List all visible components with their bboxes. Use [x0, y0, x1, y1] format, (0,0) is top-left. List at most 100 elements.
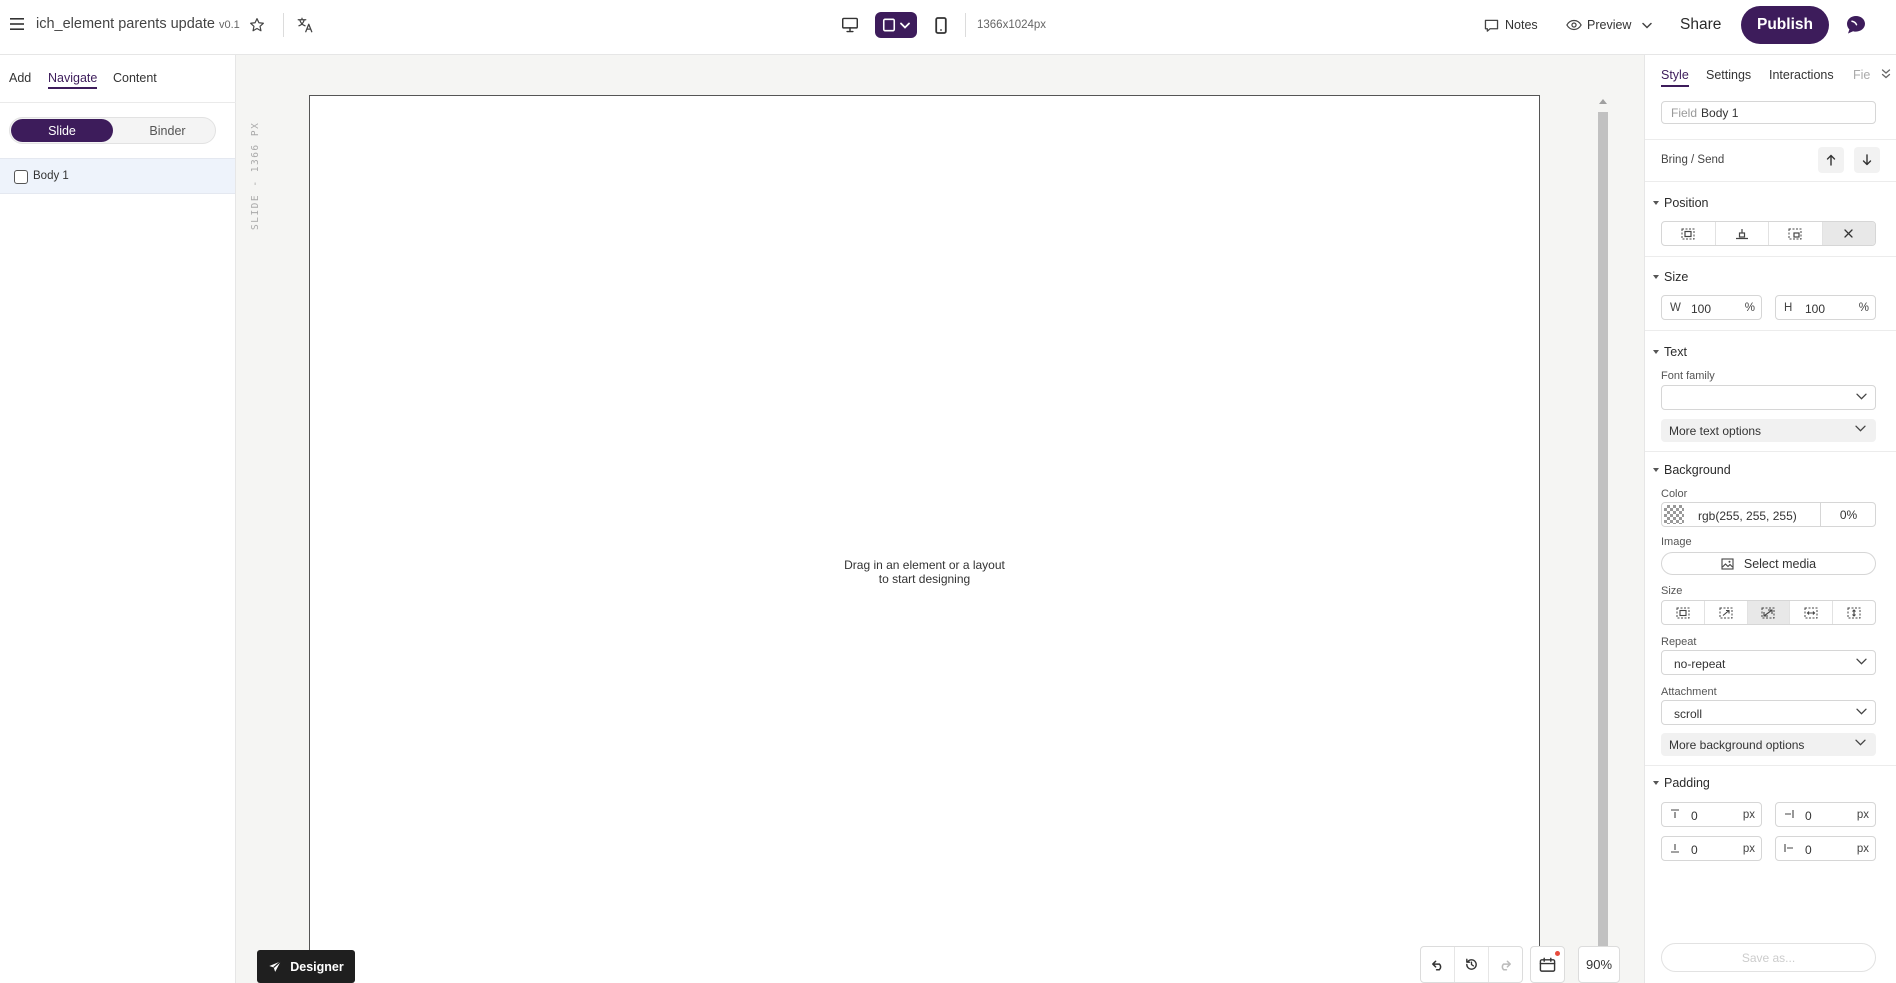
select-media-button[interactable]: Select media	[1661, 552, 1876, 575]
publish-button[interactable]: Publish	[1741, 6, 1829, 44]
more-text-options-toggle[interactable]: More text options	[1661, 419, 1876, 442]
tab-content[interactable]: Content	[113, 71, 157, 85]
height-input[interactable]: H 100 %	[1775, 295, 1876, 320]
padding-bottom-icon	[1670, 843, 1680, 853]
more-background-options-toggle[interactable]: More background options	[1661, 733, 1876, 756]
close-icon	[1844, 229, 1853, 238]
preview-button[interactable]: Preview	[1566, 14, 1653, 36]
double-chevron-down-icon[interactable]	[1881, 68, 1895, 82]
padding-left-input[interactable]: 0 px	[1775, 836, 1876, 861]
width-unit[interactable]: %	[1745, 302, 1755, 314]
tab-fields[interactable]: Fie	[1853, 68, 1870, 82]
resolution-label: 1366x1024px	[977, 19, 1047, 31]
padding-section-header[interactable]: Padding	[1653, 776, 1710, 790]
save-as-button[interactable]: Save as...	[1661, 943, 1876, 972]
width-input[interactable]: W 100 %	[1661, 295, 1762, 320]
send-backward-button[interactable]	[1854, 147, 1880, 173]
bg-size-height-button[interactable]	[1833, 601, 1875, 624]
scroll-up-arrow-icon[interactable]	[1598, 97, 1608, 109]
redo-button[interactable]	[1489, 947, 1522, 982]
caret-down-icon	[1653, 275, 1659, 279]
size-section-header[interactable]: Size	[1653, 270, 1688, 284]
bg-size-width-button[interactable]	[1790, 601, 1834, 624]
height-unit[interactable]: %	[1859, 302, 1869, 314]
translate-icon	[296, 16, 314, 34]
repeat-label: Repeat	[1661, 636, 1697, 648]
share-button[interactable]: Share	[1680, 12, 1721, 38]
designer-button[interactable]: Designer	[257, 950, 355, 983]
mobile-view-button[interactable]	[929, 13, 953, 37]
position-static-icon	[1681, 228, 1695, 240]
bg-size-contain-button[interactable]	[1705, 601, 1748, 624]
text-section-header[interactable]: Text	[1653, 345, 1687, 359]
position-mode-group	[1661, 221, 1876, 246]
schedule-button[interactable]	[1530, 946, 1565, 983]
position-relative-button[interactable]	[1716, 222, 1769, 245]
tab-style[interactable]: Style	[1661, 68, 1689, 87]
tab-add[interactable]: Add	[9, 71, 31, 85]
position-absolute-button[interactable]	[1769, 222, 1823, 245]
scrollbar-thumb[interactable]	[1598, 112, 1608, 983]
bg-size-height-icon	[1847, 607, 1861, 619]
bg-size-contain-icon	[1719, 607, 1733, 619]
padding-right-value: 0	[1805, 809, 1812, 823]
position-static-button[interactable]	[1662, 222, 1716, 245]
history-button[interactable]	[1455, 947, 1489, 982]
slide-canvas[interactable]: Drag in an element or a layout to start …	[309, 95, 1540, 983]
padding-right-input[interactable]: 0 px	[1775, 802, 1876, 827]
tab-navigate[interactable]: Navigate	[48, 71, 98, 89]
tree-item-body-1[interactable]: Body 1	[0, 158, 235, 194]
padding-top-value: 0	[1691, 809, 1698, 823]
divider	[1645, 330, 1896, 331]
tab-settings[interactable]: Settings	[1706, 68, 1751, 82]
position-none-button[interactable]	[1822, 222, 1875, 245]
calendar-icon	[1539, 957, 1556, 973]
color-opacity-input[interactable]: 0%	[1820, 503, 1876, 526]
preview-label: Preview	[1587, 18, 1632, 32]
desktop-view-button[interactable]	[836, 13, 864, 37]
document-title[interactable]: ich_element parents update v0.1	[36, 16, 240, 32]
document-title-text: ich_element parents update	[36, 16, 215, 32]
background-section-title: Background	[1664, 463, 1731, 477]
padding-top-input[interactable]: 0 px	[1661, 802, 1762, 827]
repeat-select[interactable]: no-repeat	[1661, 650, 1876, 675]
background-size-group	[1661, 600, 1876, 625]
tablet-view-button[interactable]	[875, 12, 917, 38]
tab-interactions[interactable]: Interactions	[1769, 68, 1834, 82]
notes-button[interactable]: Notes	[1484, 14, 1538, 36]
left-panel: Add Navigate Content Slide Binder Body 1	[0, 55, 236, 983]
bg-size-cover-button[interactable]	[1747, 601, 1791, 624]
color-label: Color	[1661, 488, 1688, 500]
hamburger-menu-button[interactable]	[6, 13, 28, 35]
favorite-button[interactable]	[245, 13, 269, 37]
padding-left-icon	[1784, 843, 1794, 853]
tablet-icon	[882, 18, 896, 32]
bg-size-auto-button[interactable]	[1662, 601, 1705, 624]
bg-size-auto-icon	[1676, 607, 1690, 619]
slide-width-ruler-label: SLIDE - 1366 PX	[250, 121, 261, 230]
position-section-header[interactable]: Position	[1653, 196, 1708, 210]
caret-down-icon	[1653, 350, 1659, 354]
attachment-select[interactable]: scroll	[1661, 700, 1876, 725]
chevron-down-icon	[1856, 393, 1867, 400]
tree-item-checkbox[interactable]	[14, 170, 28, 184]
binder-toggle-button[interactable]: Binder	[120, 119, 215, 142]
help-button[interactable]	[1842, 11, 1870, 39]
empty-canvas-line-2: to start designing	[878, 572, 971, 586]
zoom-level-button[interactable]: 90%	[1578, 946, 1620, 983]
bring-forward-button[interactable]	[1818, 147, 1844, 173]
color-value: rgb(255, 255, 255)	[1698, 509, 1797, 523]
more-text-options-label: More text options	[1669, 424, 1762, 438]
undo-button[interactable]	[1421, 947, 1455, 982]
background-section-header[interactable]: Background	[1653, 463, 1731, 477]
element-name-field[interactable]: Field Body 1	[1661, 101, 1876, 124]
empty-canvas-line-1: Drag in an element or a layout	[844, 558, 1005, 572]
font-family-select[interactable]	[1661, 385, 1876, 410]
position-section-title: Position	[1664, 196, 1709, 210]
undo-icon	[1430, 959, 1445, 971]
slide-toggle-button[interactable]: Slide	[11, 119, 113, 142]
translate-button[interactable]	[293, 13, 317, 37]
padding-bottom-input[interactable]: 0 px	[1661, 836, 1762, 861]
background-color-field[interactable]: rgb(255, 255, 255) 0%	[1661, 502, 1876, 527]
transparent-color-swatch[interactable]	[1664, 505, 1684, 524]
